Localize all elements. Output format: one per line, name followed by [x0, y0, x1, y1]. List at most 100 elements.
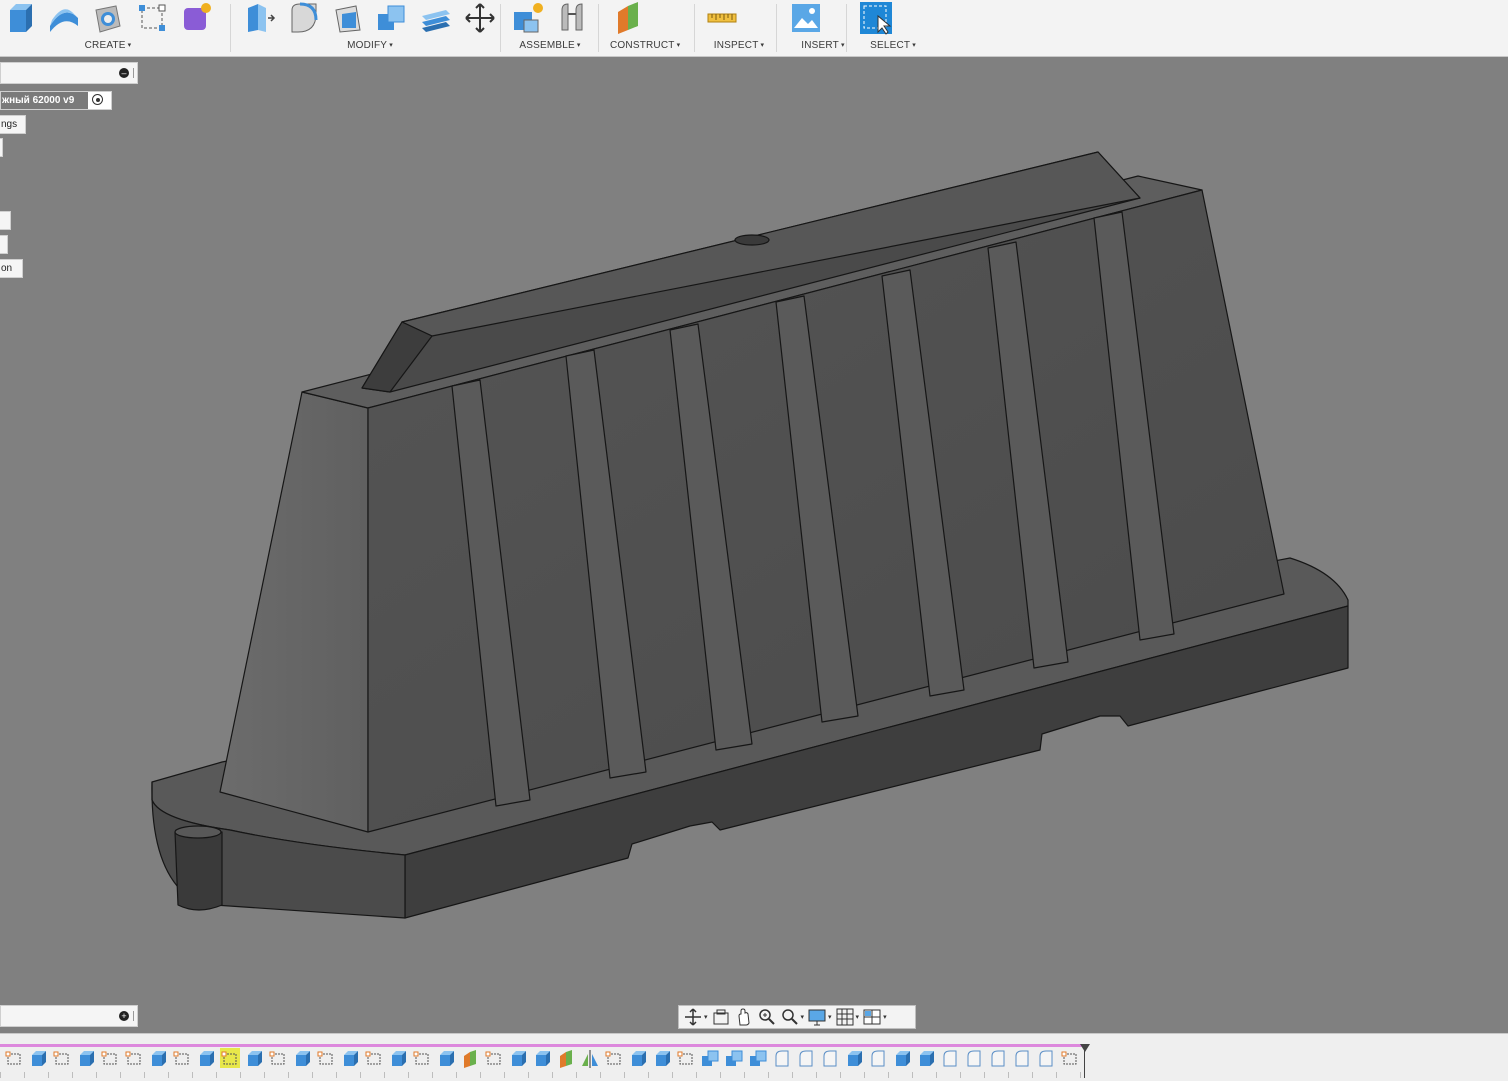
toolbar-icons: [788, 0, 824, 36]
toolbar-separator: [598, 4, 599, 52]
timeline-fillet-icon[interactable]: [820, 1048, 840, 1068]
timeline-fillet-icon[interactable]: [796, 1048, 816, 1068]
timeline-sketch-icon[interactable]: [484, 1048, 504, 1068]
timeline-fillet-icon[interactable]: [1036, 1048, 1056, 1068]
toolbar-group-label-create[interactable]: CREATE ▾: [2, 40, 214, 51]
measure-icon[interactable]: [704, 0, 740, 36]
timeline-extrude-icon[interactable]: [244, 1048, 264, 1068]
look-at-button[interactable]: [711, 1007, 731, 1027]
timeline-fillet-icon[interactable]: [772, 1048, 792, 1068]
sketch-rect-icon[interactable]: [134, 0, 170, 36]
timeline-ticks: [0, 1072, 1084, 1078]
insert-image-icon[interactable]: [788, 0, 824, 36]
timeline-extrude-icon[interactable]: [628, 1048, 648, 1068]
orbit-icon: [683, 1007, 703, 1027]
timeline-extrude-icon[interactable]: [916, 1048, 936, 1068]
timeline-fillet-icon[interactable]: [868, 1048, 888, 1068]
timeline-features: [4, 1048, 1080, 1070]
timeline-mirror-icon[interactable]: [580, 1048, 600, 1068]
timeline-sketch-icon[interactable]: [4, 1048, 24, 1068]
group-label-text: MODIFY: [347, 40, 388, 51]
grid-button[interactable]: ▾: [835, 1007, 860, 1027]
toolbar-group-inspect: INSPECT ▾: [704, 0, 774, 56]
timeline-combine-icon[interactable]: [700, 1048, 720, 1068]
joint-icon[interactable]: [554, 0, 590, 36]
toolbar-group-label-inspect[interactable]: INSPECT ▾: [704, 40, 774, 51]
form-icon[interactable]: [178, 0, 214, 36]
barrier-model-3d[interactable]: [0, 56, 1508, 1032]
timeline-fillet-icon[interactable]: [964, 1048, 984, 1068]
timeline-extrude-icon[interactable]: [28, 1048, 48, 1068]
group-label-text: ASSEMBLE: [519, 40, 575, 51]
resize-grip-icon[interactable]: [133, 1011, 134, 1021]
timeline-sketch-icon[interactable]: [604, 1048, 624, 1068]
timeline-fillet-icon[interactable]: [988, 1048, 1008, 1068]
offset-face-icon[interactable]: [418, 0, 454, 36]
timeline-sketch-icon[interactable]: [412, 1048, 432, 1068]
timeline-extrude-icon[interactable]: [892, 1048, 912, 1068]
dropdown-caret-icon: ▾: [855, 1014, 860, 1021]
dropdown-caret-icon: ▾: [760, 42, 765, 49]
timeline-plane-icon[interactable]: [460, 1048, 480, 1068]
timeline-sketch-icon[interactable]: [172, 1048, 192, 1068]
timeline-sketch-icon[interactable]: [676, 1048, 696, 1068]
timeline-extrude-icon[interactable]: [436, 1048, 456, 1068]
timeline-combine-icon[interactable]: [724, 1048, 744, 1068]
timeline-sketch-icon[interactable]: [220, 1048, 240, 1068]
toolbar-separator: [776, 4, 777, 52]
new-component-icon[interactable]: [510, 0, 546, 36]
timeline-extrude-icon[interactable]: [508, 1048, 528, 1068]
extrude-icon[interactable]: [2, 0, 38, 36]
ribbon-toolbar: CREATE ▾ MODIFY ▾ ASSEMBLE ▾ CONSTRUCT ▾ INSPECT…: [0, 0, 1508, 57]
display-settings-button[interactable]: ▾: [807, 1007, 832, 1027]
toolbar-group-label-insert[interactable]: INSERT ▾: [788, 40, 858, 51]
dropdown-caret-icon: ▾: [883, 1014, 887, 1021]
move-icon[interactable]: [462, 0, 498, 36]
timeline-plane-icon[interactable]: [556, 1048, 576, 1068]
timeline-extrude-icon[interactable]: [292, 1048, 312, 1068]
timeline-extrude-icon[interactable]: [76, 1048, 96, 1068]
offset-plane-icon[interactable]: [610, 0, 646, 36]
timeline-marker-icon[interactable]: [1080, 1044, 1090, 1052]
timeline-combine-icon[interactable]: [748, 1048, 768, 1068]
combine-icon[interactable]: [374, 0, 410, 36]
orbit-button[interactable]: ▾: [683, 1007, 708, 1027]
timeline-extrude-icon[interactable]: [388, 1048, 408, 1068]
fillet-icon[interactable]: [286, 0, 322, 36]
timeline-sketch-icon[interactable]: [124, 1048, 144, 1068]
timeline-extrude-icon[interactable]: [652, 1048, 672, 1068]
timeline-extrude-icon[interactable]: [196, 1048, 216, 1068]
zoom-window-button[interactable]: [757, 1007, 777, 1027]
timeline-marker-line[interactable]: [1084, 1050, 1085, 1078]
grid-icon: [835, 1007, 855, 1027]
hole-icon[interactable]: [90, 0, 126, 36]
zoom-button[interactable]: ▾: [780, 1007, 804, 1027]
press-pull-icon[interactable]: [242, 0, 278, 36]
timeline-extrude-icon[interactable]: [844, 1048, 864, 1068]
timeline-fillet-icon[interactable]: [1012, 1048, 1032, 1068]
toolbar-group-label-assemble[interactable]: ASSEMBLE ▾: [510, 40, 590, 51]
timeline-sketch-icon[interactable]: [100, 1048, 120, 1068]
toolbar-group-label-modify[interactable]: MODIFY ▾: [242, 40, 498, 51]
expand-icon[interactable]: +: [119, 1011, 129, 1021]
comments-panel-header[interactable]: +: [0, 1005, 138, 1027]
timeline-sketch-icon[interactable]: [52, 1048, 72, 1068]
sweep-icon[interactable]: [46, 0, 82, 36]
timeline-sketch-icon[interactable]: [364, 1048, 384, 1068]
toolbar-group-label-select[interactable]: SELECT ▾: [858, 40, 928, 51]
canvas-viewport[interactable]: [0, 56, 1508, 1032]
toolbar-icons: [510, 0, 590, 36]
timeline-extrude-icon[interactable]: [340, 1048, 360, 1068]
toolbar-group-construct: CONSTRUCT ▾: [610, 0, 680, 56]
shell-icon[interactable]: [330, 0, 366, 36]
pan-button[interactable]: [734, 1007, 754, 1027]
timeline-sketch-icon[interactable]: [316, 1048, 336, 1068]
timeline-sketch-icon[interactable]: [268, 1048, 288, 1068]
timeline-extrude-icon[interactable]: [532, 1048, 552, 1068]
timeline-sketch-icon[interactable]: [1060, 1048, 1080, 1068]
select-icon[interactable]: [858, 0, 894, 36]
toolbar-group-label-construct[interactable]: CONSTRUCT ▾: [610, 40, 680, 51]
timeline-fillet-icon[interactable]: [940, 1048, 960, 1068]
timeline-extrude-icon[interactable]: [148, 1048, 168, 1068]
viewports-button[interactable]: ▾: [862, 1007, 887, 1027]
